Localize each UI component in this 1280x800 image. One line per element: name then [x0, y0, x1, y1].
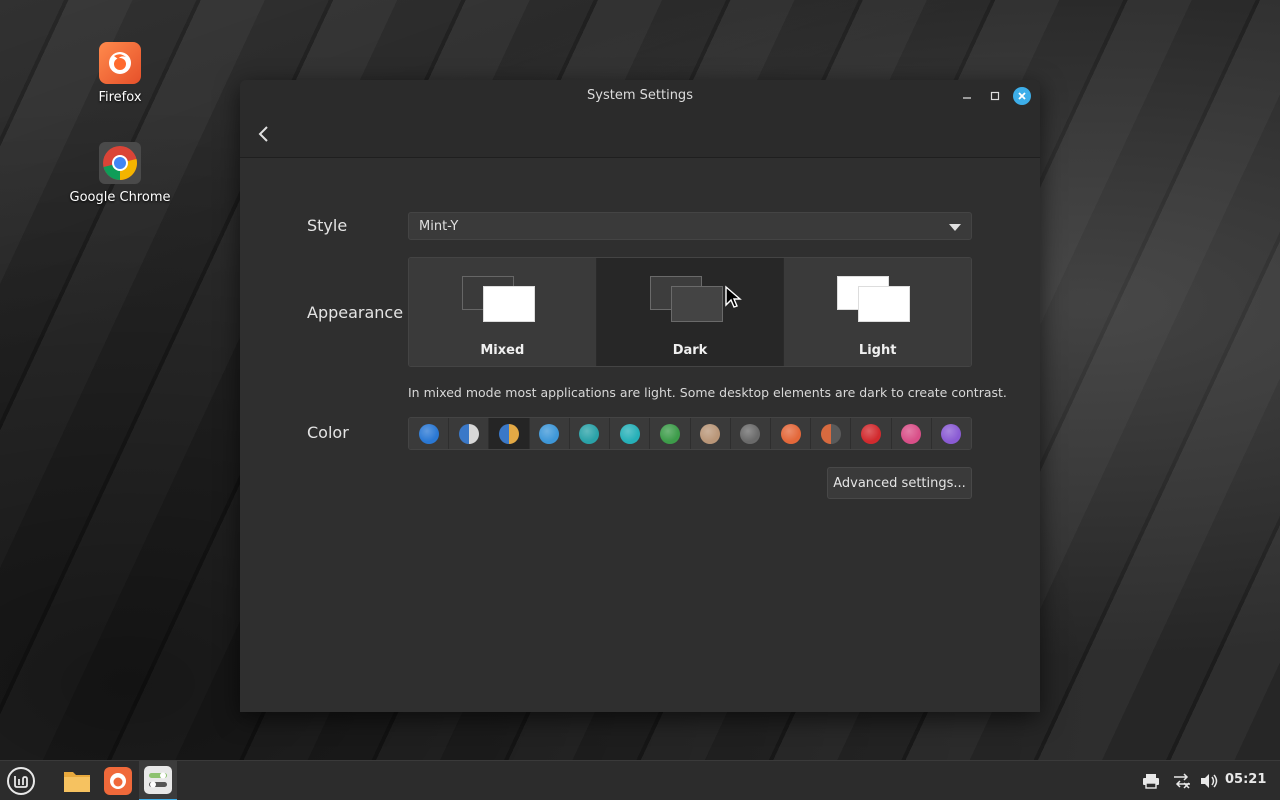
style-dropdown[interactable]: Mint-Y — [408, 212, 972, 240]
appearance-option-label: Light — [858, 343, 897, 358]
color-dot — [659, 423, 680, 444]
titlebar[interactable]: System Settings — [240, 80, 1040, 158]
color-swatch[interactable] — [489, 418, 530, 449]
color-swatch[interactable] — [650, 418, 691, 449]
minimize-icon — [963, 97, 971, 99]
color-dot — [619, 423, 640, 444]
appearance-option-dark[interactable]: Dark — [596, 258, 785, 366]
desktop-icon-label: Firefox — [98, 90, 142, 105]
color-swatch[interactable] — [610, 418, 651, 449]
desktop-icon-label: Google Chrome — [69, 190, 171, 205]
color-dot — [780, 423, 801, 444]
color-swatch[interactable] — [931, 418, 971, 449]
firefox-icon — [104, 767, 132, 795]
window-title: System Settings — [587, 88, 693, 103]
dark-preview-icon — [649, 276, 724, 324]
maximize-icon — [990, 91, 1000, 101]
appearance-option-label: Mixed — [480, 343, 525, 358]
color-swatch[interactable] — [730, 418, 771, 449]
color-label: Color — [307, 423, 349, 442]
taskbar: 05:21 — [0, 760, 1280, 800]
back-button[interactable] — [254, 124, 274, 144]
clock[interactable]: 05:21 — [1225, 772, 1266, 787]
color-dot — [861, 423, 882, 444]
minimize-button[interactable] — [958, 87, 976, 105]
appearance-option-label: Dark — [672, 343, 708, 358]
taskbar-settings-button[interactable] — [139, 761, 177, 800]
taskbar-firefox-button[interactable] — [99, 761, 137, 800]
appearance-option-light[interactable]: Light — [784, 258, 971, 366]
color-dot — [901, 423, 922, 444]
system-settings-window: System Settings Style Mint-Y Appearance … — [240, 80, 1040, 712]
files-icon — [64, 772, 90, 792]
color-swatch[interactable] — [409, 418, 450, 449]
color-swatch[interactable] — [569, 418, 611, 449]
mouse-cursor-icon — [724, 285, 742, 313]
color-swatch[interactable] — [529, 418, 570, 449]
close-icon — [1018, 92, 1026, 100]
desktop-icon-chrome[interactable]: Google Chrome — [65, 142, 175, 205]
color-dot — [700, 423, 721, 444]
settings-icon — [144, 766, 172, 794]
dropdown-arrow-icon — [949, 224, 961, 231]
close-button[interactable] — [1013, 87, 1031, 105]
color-swatch[interactable] — [811, 418, 852, 449]
color-dot — [740, 423, 761, 444]
color-dot — [418, 423, 439, 444]
color-dot — [579, 423, 600, 444]
mixed-preview-icon — [462, 276, 536, 324]
taskbar-menu-button[interactable] — [2, 761, 40, 800]
appearance-selector: Mixed Dark Light — [408, 257, 972, 367]
color-swatch[interactable] — [891, 418, 932, 449]
taskbar-files-button[interactable] — [58, 761, 96, 800]
chrome-icon — [99, 142, 141, 184]
appearance-hint: In mixed mode most applications are ligh… — [408, 385, 1007, 400]
volume-icon[interactable] — [1199, 772, 1219, 794]
color-swatch[interactable] — [851, 418, 892, 449]
printer-icon[interactable] — [1142, 772, 1160, 794]
firefox-icon — [99, 42, 141, 84]
color-swatch[interactable] — [770, 418, 812, 449]
light-preview-icon — [837, 276, 911, 324]
color-dot — [539, 423, 560, 444]
network-disconnected-icon[interactable] — [1172, 772, 1192, 794]
style-dropdown-value: Mint-Y — [419, 219, 459, 234]
maximize-button[interactable] — [986, 87, 1004, 105]
style-label: Style — [307, 216, 348, 235]
color-dot — [820, 423, 841, 444]
desktop-icon-firefox[interactable]: Firefox — [65, 42, 175, 105]
color-dot — [941, 423, 962, 444]
color-selector — [408, 417, 972, 450]
menu-icon — [7, 767, 35, 795]
back-arrow-icon — [258, 126, 268, 142]
appearance-option-mixed[interactable]: Mixed — [409, 258, 597, 366]
advanced-settings-button[interactable]: Advanced settings... — [827, 467, 972, 499]
color-dot — [499, 423, 520, 444]
color-swatch[interactable] — [690, 418, 731, 449]
color-swatch[interactable] — [449, 418, 490, 449]
appearance-label: Appearance — [307, 303, 404, 322]
color-dot — [458, 423, 479, 444]
